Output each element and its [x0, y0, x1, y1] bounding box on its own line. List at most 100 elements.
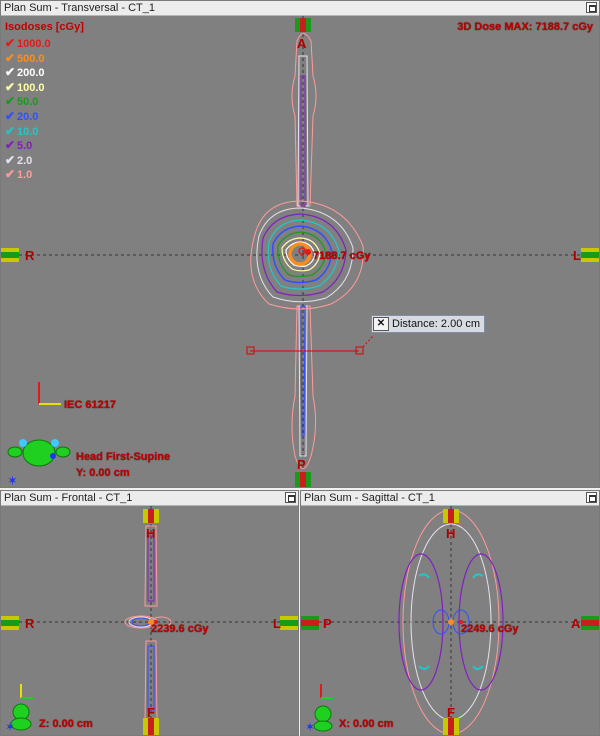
- isodose-row[interactable]: ✔ 20.0: [5, 109, 38, 124]
- orientation-posterior: P: [297, 457, 306, 472]
- distance-tooltip: ✕ Distance: 2.00 cm: [371, 315, 486, 333]
- coordinate-label: Y: 0.00 cm: [76, 467, 130, 479]
- checkmark-icon[interactable]: ✔: [5, 80, 17, 94]
- close-icon[interactable]: ✕: [373, 317, 389, 331]
- isodose-ring-7: [448, 619, 454, 625]
- patient-icon: ✶: [305, 705, 333, 734]
- isodose-value: 1.0: [17, 169, 33, 182]
- edge-marker-top: [443, 509, 459, 523]
- transversal-titlebar: Plan Sum - Transversal - CT_1: [1, 1, 599, 16]
- point-dose-label: 7188.7 cGy: [313, 250, 371, 262]
- checkmark-icon[interactable]: ✔: [5, 36, 17, 50]
- frontal-title: Plan Sum - Frontal - CT_1: [4, 492, 133, 504]
- isodose-value: 5.0: [17, 140, 33, 153]
- orientation-right: R: [25, 248, 35, 263]
- orientation-anterior: A: [297, 36, 307, 51]
- edge-marker-right: [581, 248, 599, 262]
- isodose-row[interactable]: ✔ 200.0: [5, 65, 45, 80]
- point-dose-label: 2249.6 cGy: [461, 623, 519, 635]
- isodose-value: 50.0: [17, 96, 39, 109]
- isodose-value: 100.0: [17, 81, 45, 94]
- orientation-posterior: P: [323, 616, 332, 631]
- isodose-row[interactable]: ✔ 1000.0: [5, 36, 51, 51]
- checkmark-icon[interactable]: ✔: [5, 109, 17, 123]
- checkmark-icon[interactable]: ✔: [5, 65, 17, 79]
- edge-marker-right: [280, 616, 298, 630]
- svg-text:✶: ✶: [305, 720, 315, 734]
- patient-icon: ✶: [5, 703, 32, 734]
- edge-marker-top: [143, 509, 159, 523]
- isodose-segment-3: [418, 665, 430, 670]
- frontal-panel: Plan Sum - Frontal - CT_1 ✶ 2239.6 cGy H…: [0, 490, 299, 736]
- isodose-row[interactable]: ✔ 2.0: [5, 153, 32, 168]
- orientation-feet: F: [447, 705, 455, 720]
- checkmark-icon[interactable]: ✔: [5, 138, 17, 152]
- edge-marker-bottom: [143, 718, 159, 735]
- checkmark-icon[interactable]: ✔: [5, 51, 17, 65]
- frontal-titlebar: Plan Sum - Frontal - CT_1: [1, 491, 298, 506]
- edge-marker-left: [1, 616, 19, 630]
- frontal-view[interactable]: ✶ 2239.6 cGy H F R L Z: 0.00 cm: [1, 506, 298, 735]
- edge-marker-bottom: [295, 472, 311, 487]
- isodose-row[interactable]: ✔ 5.0: [5, 138, 32, 153]
- edge-marker-right: [581, 616, 599, 630]
- isodose-value: 10.0: [17, 125, 39, 138]
- isodose-value: 2.0: [17, 154, 33, 167]
- isodose-segment-2: [472, 573, 484, 579]
- isodose-ring-10: [298, 247, 306, 255]
- checkmark-icon[interactable]: ✔: [5, 167, 17, 181]
- transversal-title: Plan Sum - Transversal - CT_1: [4, 2, 155, 14]
- dose-point-marker: [305, 249, 311, 255]
- sagittal-title: Plan Sum - Sagittal - CT_1: [304, 492, 435, 504]
- beam-isodose-bottom-inner: [147, 645, 155, 712]
- edge-marker-left: [1, 248, 19, 262]
- svg-text:✶: ✶: [5, 720, 15, 734]
- isodose-row[interactable]: ✔ 500.0: [5, 51, 45, 66]
- orientation-head: H: [146, 526, 156, 541]
- transversal-panel: Plan Sum - Transversal - CT_1 ✶ Isodoses…: [0, 0, 600, 488]
- transversal-dose-canvas: ✶: [1, 16, 599, 487]
- beam-isodose-bottom-1: [291, 305, 317, 469]
- maximize-icon[interactable]: [586, 2, 597, 13]
- distance-leader: [362, 335, 374, 348]
- maximize-icon[interactable]: [285, 492, 296, 503]
- patient-position-label: Head First-Supine: [76, 451, 171, 463]
- isodose-row[interactable]: ✔ 50.0: [5, 94, 38, 109]
- orientation-right: R: [25, 616, 35, 631]
- isodose-value: 20.0: [17, 111, 39, 123]
- orientation-anterior: A: [571, 616, 581, 631]
- orientation-head: H: [446, 526, 456, 541]
- isodose-row[interactable]: ✔ 10.0: [5, 124, 38, 139]
- coordinate-label: X: 0.00 cm: [339, 718, 394, 730]
- orientation-left: L: [573, 248, 581, 263]
- orientation-left: L: [273, 616, 281, 631]
- checkmark-icon[interactable]: ✔: [5, 153, 17, 167]
- point-dose-label: 2239.6 cGy: [151, 623, 209, 635]
- dose-max-label: 3D Dose MAX: 7188.7 cGy: [457, 21, 593, 33]
- checkmark-icon[interactable]: ✔: [5, 124, 17, 138]
- patient-icon: ✶: [7, 439, 71, 487]
- coordinate-label: Z: 0.00 cm: [39, 718, 93, 730]
- maximize-icon[interactable]: [586, 492, 597, 503]
- edge-marker-left: [301, 616, 319, 630]
- sagittal-titlebar: Plan Sum - Sagittal - CT_1: [301, 491, 599, 506]
- sagittal-view[interactable]: ✶ 2249.6 cGy H F P A X: 0.00 cm: [301, 506, 599, 735]
- checkmark-icon[interactable]: ✔: [5, 94, 17, 108]
- isodose-value: 500.0: [17, 52, 45, 65]
- isodose-value: 1000.0: [17, 38, 51, 50]
- beam-isodose-top-1: [291, 33, 317, 207]
- edge-marker-top: [295, 18, 311, 32]
- isodose-value: 200.0: [17, 67, 45, 80]
- isodose-row[interactable]: ✔ 100.0: [5, 80, 45, 95]
- svg-text:✶: ✶: [7, 474, 18, 487]
- distance-label: Distance: 2.00 cm: [392, 318, 481, 330]
- edge-marker-bottom: [443, 718, 459, 735]
- sagittal-panel: Plan Sum - Sagittal - CT_1 ✶ 2249.6 cGy …: [300, 490, 600, 736]
- orientation-feet: F: [147, 705, 155, 720]
- transversal-view[interactable]: ✶ Isodoses [cGy] ✔ 1000.0 ✔ 500.0 ✔ 200.0 ✔ 100…: [1, 16, 599, 487]
- isodose-legend-title: Isodoses [cGy]: [5, 21, 84, 33]
- isodose-row[interactable]: ✔ 1.0: [5, 167, 32, 182]
- isodose-segment-4: [472, 665, 484, 670]
- iec-label: IEC 61217: [64, 399, 116, 411]
- isodose-segment-1: [418, 573, 430, 579]
